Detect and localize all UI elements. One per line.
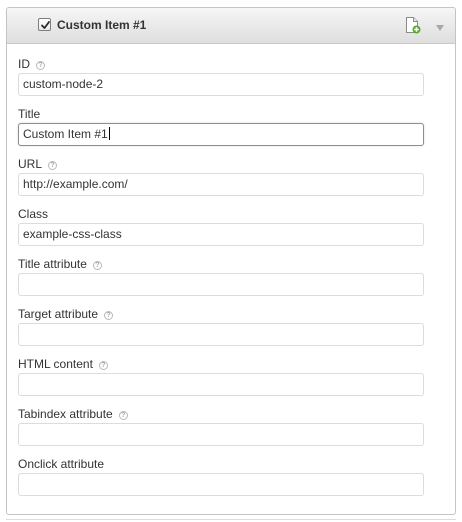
class-label: Class bbox=[18, 207, 48, 221]
url-value: http://example.com/ bbox=[23, 177, 128, 191]
chevron-down-icon[interactable] bbox=[435, 21, 445, 31]
enable-checkbox[interactable] bbox=[38, 18, 51, 31]
class-field[interactable]: example-css-class bbox=[18, 223, 424, 246]
target-attribute-field[interactable] bbox=[18, 323, 424, 346]
onclick-attribute-field[interactable] bbox=[18, 473, 424, 496]
divider bbox=[6, 519, 456, 520]
url-label-text: URL bbox=[18, 157, 43, 171]
panel-title: Custom Item #1 bbox=[57, 18, 147, 32]
help-icon[interactable]: ? bbox=[48, 161, 58, 170]
help-icon[interactable]: ? bbox=[36, 61, 45, 70]
url-label: URL? bbox=[18, 157, 58, 171]
help-icon[interactable]: ? bbox=[118, 411, 128, 420]
id-value: custom-node-2 bbox=[23, 77, 104, 91]
title-value: Custom Item #1 bbox=[23, 127, 108, 141]
title-field[interactable]: Custom Item #1 bbox=[18, 123, 424, 146]
html-content-label-text: HTML content bbox=[18, 357, 93, 371]
checkmark-icon bbox=[41, 21, 50, 29]
html-content-field[interactable] bbox=[18, 373, 424, 396]
id-label: ID? bbox=[18, 57, 45, 71]
help-icon[interactable]: ? bbox=[92, 261, 102, 270]
class-value: example-css-class bbox=[23, 227, 122, 241]
target-attribute-label-text: Target attribute bbox=[18, 307, 99, 321]
title-attribute-label: Title attribute? bbox=[18, 257, 102, 271]
title-label: Title bbox=[18, 107, 40, 121]
title-attribute-field[interactable] bbox=[18, 273, 424, 296]
tabindex-attribute-label-text: Tabindex attribute bbox=[18, 407, 113, 421]
url-field[interactable]: http://example.com/ bbox=[18, 173, 424, 196]
tabindex-attribute-label: Tabindex attribute? bbox=[18, 407, 128, 421]
tabindex-attribute-field[interactable] bbox=[18, 423, 424, 446]
onclick-attribute-label-text: Onclick attribute bbox=[18, 457, 105, 471]
help-icon[interactable]: ? bbox=[98, 361, 108, 370]
title-attribute-label-text: Title attribute bbox=[18, 257, 87, 271]
id-field[interactable]: custom-node-2 bbox=[18, 73, 424, 96]
id-label-text: ID bbox=[18, 57, 30, 71]
text-caret bbox=[108, 127, 110, 140]
title-label-text: Title bbox=[18, 107, 41, 121]
onclick-attribute-label: Onclick attribute bbox=[18, 457, 104, 471]
menu-item-panel: Custom Item #1 ID? custom-node-2 Title C… bbox=[6, 7, 456, 515]
target-attribute-label: Target attribute? bbox=[18, 307, 114, 321]
panel-header[interactable]: Custom Item #1 bbox=[7, 8, 455, 44]
html-content-label: HTML content? bbox=[18, 357, 108, 371]
help-icon[interactable]: ? bbox=[104, 311, 114, 320]
class-label-text: Class bbox=[18, 207, 49, 221]
add-document-icon[interactable] bbox=[405, 17, 421, 34]
